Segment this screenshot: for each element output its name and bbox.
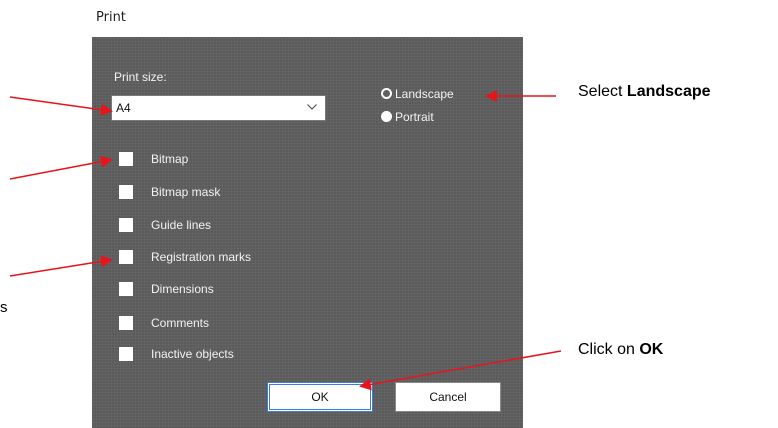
checkbox-guide-lines-label: Guide lines [151, 218, 212, 232]
annotation-select-landscape-prefix: Select [578, 83, 627, 100]
checkbox-inactive-objects[interactable]: Inactive objects [119, 346, 279, 364]
checkbox-dimensions-label: Dimensions [151, 282, 214, 296]
cancel-button[interactable]: Cancel [395, 382, 501, 412]
checkbox-bitmap-box[interactable] [119, 152, 133, 166]
checkbox-dimensions-box[interactable] [119, 282, 133, 296]
checkbox-inactive-objects-box[interactable] [119, 347, 133, 361]
checkbox-comments[interactable]: Comments [119, 315, 269, 333]
chevron-down-icon [307, 104, 317, 110]
checkbox-bitmap[interactable]: Bitmap [119, 151, 269, 169]
ok-button[interactable]: OK [267, 382, 373, 412]
checkbox-bitmap-mask-label: Bitmap mask [151, 185, 221, 199]
radio-portrait[interactable]: Portrait [381, 110, 491, 126]
checkbox-registration-marks[interactable]: Registration marks [119, 249, 289, 267]
radio-landscape-label: Landscape [395, 87, 454, 101]
dialog-title: Print [96, 10, 126, 25]
annotation-cut-fragment: s [0, 299, 8, 316]
print-size-label: Print size: [114, 70, 167, 84]
checkbox-guide-lines[interactable]: Guide lines [119, 217, 269, 235]
annotation-select-landscape: Select Landscape [578, 83, 711, 101]
print-size-select[interactable]: A4 [111, 95, 326, 121]
radio-landscape[interactable]: Landscape [381, 87, 491, 103]
checkbox-comments-box[interactable] [119, 316, 133, 330]
print-size-value: A4 [116, 101, 131, 115]
checkbox-comments-label: Comments [151, 316, 210, 330]
checkbox-bitmap-label: Bitmap [151, 152, 189, 166]
checkbox-registration-marks-box[interactable] [119, 250, 133, 264]
checkbox-bitmap-mask[interactable]: Bitmap mask [119, 184, 269, 202]
radio-portrait-circle [381, 111, 392, 122]
annotation-click-ok-prefix: Click on [578, 341, 640, 358]
annotation-click-ok-bold: OK [639, 341, 664, 358]
radio-landscape-circle [381, 88, 392, 99]
annotation-click-ok: Click on OK [578, 341, 663, 359]
checkbox-guide-lines-box[interactable] [119, 218, 133, 232]
annotation-select-landscape-bold: Landscape [626, 83, 711, 100]
checkbox-inactive-objects-label: Inactive objects [151, 347, 234, 361]
print-dialog: Print size: A4 Landscape Portrait Bitmap… [92, 37, 523, 428]
checkbox-bitmap-mask-box[interactable] [119, 185, 133, 199]
checkbox-registration-marks-label: Registration marks [151, 250, 252, 264]
checkbox-dimensions[interactable]: Dimensions [119, 281, 269, 299]
radio-portrait-label: Portrait [395, 110, 434, 124]
